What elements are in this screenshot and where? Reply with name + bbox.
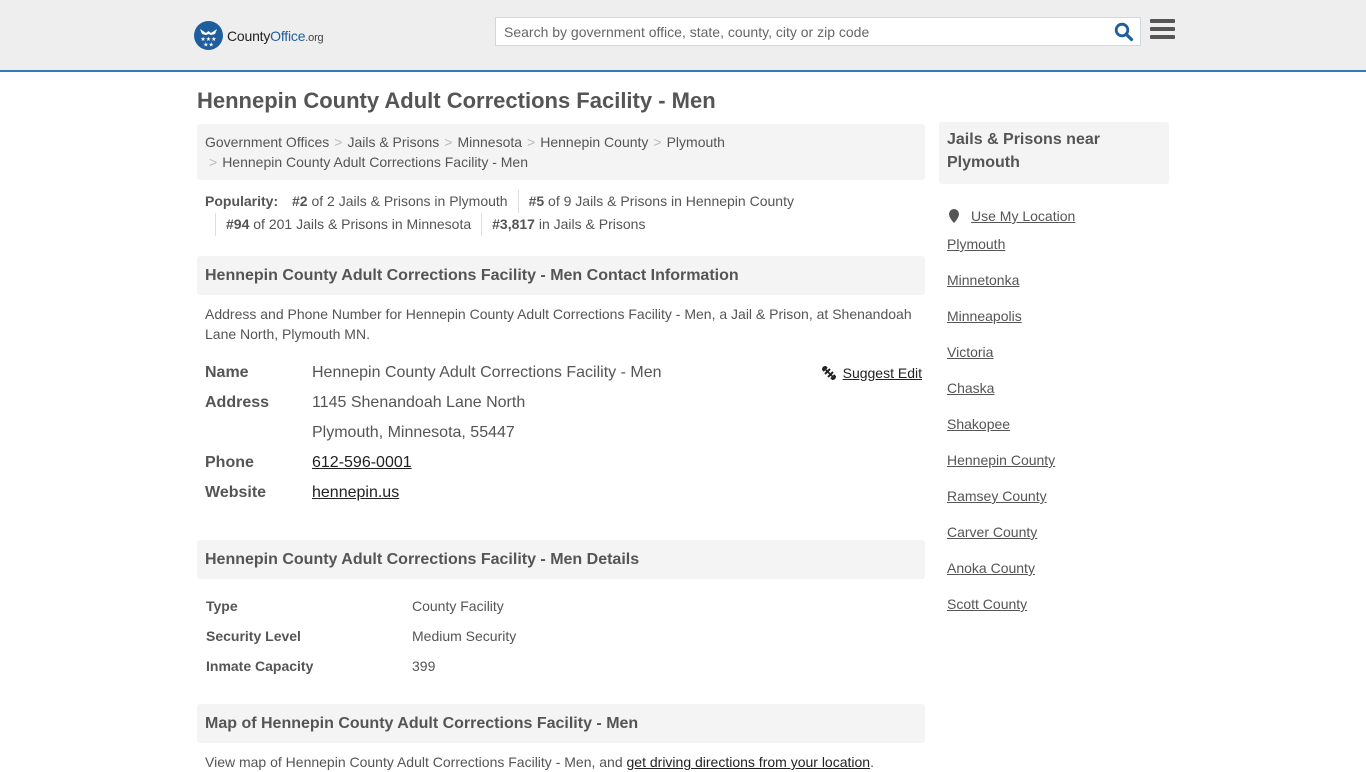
address-label: Address [205,394,270,411]
use-my-location-link[interactable]: Use My Location [971,206,1075,226]
popularity-rank-state: #94 of 201 Jails & Prisons in Minnesota [215,213,481,236]
contact-heading: Hennepin County Adult Corrections Facili… [197,256,925,295]
popularity-ranks: Popularity: #2 of 2 Jails & Prisons in P… [197,190,925,236]
map-pin-icon [949,209,959,223]
sidebar: Jails & Prisons near Plymouth Use My Loc… [939,122,1169,630]
breadcrumb-jails-prisons[interactable]: Jails & Prisons [347,134,439,150]
details-label: Type [206,598,238,614]
details-row: Type County Facility [206,591,925,621]
address-line2: Plymouth, Minnesota, 55447 [312,424,515,441]
sidebar-heading: Jails & Prisons near Plymouth [939,122,1169,184]
nearby-link-minnetonka[interactable]: Minnetonka [947,272,1019,288]
contact-info: Suggest Edit Name Hennepin County Adult … [197,358,925,508]
search-input[interactable] [496,18,1096,45]
address-line1: 1145 Shenandoah Lane North [312,394,526,411]
nearby-link-plymouth[interactable]: Plymouth [947,236,1005,252]
breadcrumb-hennepin-county[interactable]: Hennepin County [540,134,648,150]
contact-row-website: Website hennepin.us [205,478,925,508]
nearby-link-carver-county[interactable]: Carver County [947,524,1037,540]
name-label: Name [205,364,249,381]
popularity-rank-county: #5 of 9 Jails & Prisons in Hennepin Coun… [517,190,804,213]
website-label: Website [205,484,267,501]
use-my-location[interactable]: Use My Location [947,198,1169,234]
main-content: Government Offices > Jails & Prisons > Minne… [197,124,925,772]
breadcrumb: Government Offices > Jails & Prisons > Minne… [197,124,925,180]
hamburger-menu-button[interactable] [1150,19,1175,42]
map-heading: Map of Hennepin County Adult Corrections… [197,704,925,743]
suggest-edit-link[interactable]: Suggest Edit [843,358,922,388]
page-title: Hennepin County Adult Corrections Facili… [197,88,716,113]
breadcrumb-current: Hennepin County Adult Corrections Facili… [222,154,528,170]
details-heading: Hennepin County Adult Corrections Facili… [197,540,925,579]
search-box [495,17,1141,46]
hamburger-icon-bar [1150,35,1175,39]
hamburger-icon-bar [1150,27,1175,31]
search-icon [1114,22,1134,42]
eagle-stars-icon: ★★★ ★★ [194,21,223,50]
nearby-link-ramsey-county[interactable]: Ramsey County [947,488,1047,504]
popularity-rank-city: #2 of 2 Jails & Prisons in Plymouth [292,193,508,209]
details-label: Inmate Capacity [206,658,314,674]
nearby-link-anoka-county[interactable]: Anoka County [947,560,1035,576]
details-value: 399 [412,658,436,674]
broken-link-icon [821,365,836,381]
contact-row-phone: Phone 612-596-0001 [205,448,925,478]
site-header: ★★★ ★★ CountyOffice.org [0,0,1366,72]
breadcrumb-minnesota[interactable]: Minnesota [457,134,522,150]
facility-name: Hennepin County Adult Corrections Facili… [312,364,662,381]
breadcrumb-government-offices[interactable]: Government Offices [205,134,329,150]
suggest-edit[interactable]: Suggest Edit [821,358,922,388]
site-logo[interactable]: ★★★ ★★ CountyOffice.org [194,21,324,50]
phone-link[interactable]: 612-596-0001 [312,454,412,471]
phone-label: Phone [205,454,254,471]
details-table: Type County Facility Security Level Medi… [197,591,925,681]
details-row: Inmate Capacity 399 [206,651,925,681]
details-value: County Facility [412,598,504,614]
popularity-label: Popularity: [205,193,279,209]
breadcrumb-separator: > [444,134,453,150]
breadcrumb-separator: > [334,134,343,150]
details-row: Security Level Medium Security [206,621,925,651]
logo-text: CountyOffice.org [227,27,324,44]
contact-description: Address and Phone Number for Hennepin Co… [205,306,912,342]
contact-row-address: Address 1145 Shenandoah Lane North [205,388,925,418]
details-label: Security Level [206,628,301,644]
nearby-link-chaska[interactable]: Chaska [947,380,994,396]
svg-text:★★: ★★ [203,42,214,49]
contact-row-address2: Plymouth, Minnesota, 55447 [205,418,925,448]
details-value: Medium Security [412,628,517,644]
map-description: View map of Hennepin County Adult Correc… [205,754,874,770]
popularity-rank-national: #3,817 in Jails & Prisons [481,213,655,236]
hamburger-icon-bar [1150,19,1175,23]
nearby-list: Use My Location Plymouth Minnetonka Minn… [939,198,1169,630]
nearby-link-shakopee[interactable]: Shakopee [947,416,1010,432]
nearby-link-scott-county[interactable]: Scott County [947,596,1027,612]
nearby-link-minneapolis[interactable]: Minneapolis [947,308,1022,324]
breadcrumb-separator: > [653,134,662,150]
breadcrumb-plymouth[interactable]: Plymouth [667,134,725,150]
breadcrumb-separator: > [209,154,218,170]
breadcrumb-separator: > [527,134,536,150]
nearby-link-victoria[interactable]: Victoria [947,344,993,360]
contact-row-name: Name Hennepin County Adult Corrections F… [205,358,925,388]
nearby-link-hennepin-county[interactable]: Hennepin County [947,452,1055,468]
search-button[interactable] [1114,22,1134,42]
website-link[interactable]: hennepin.us [312,484,399,501]
